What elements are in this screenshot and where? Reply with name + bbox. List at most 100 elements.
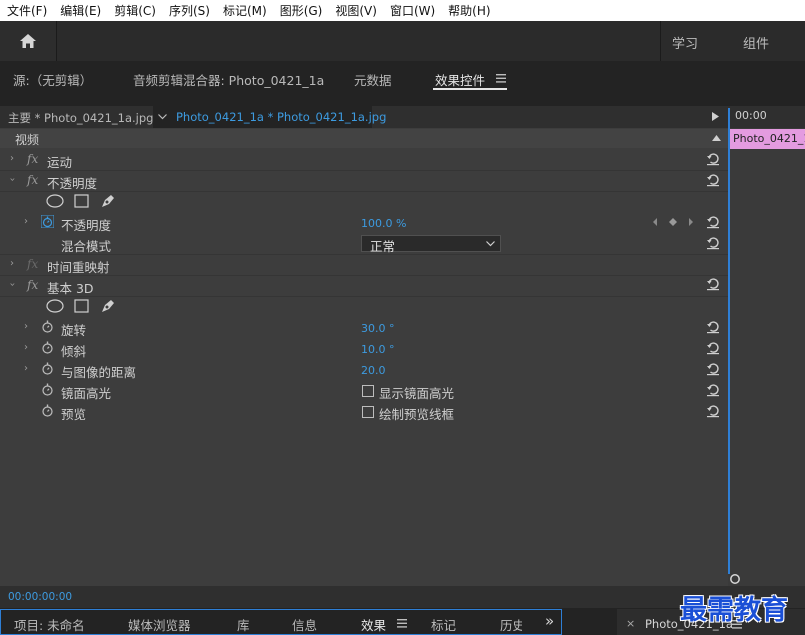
expand-chevron-icon[interactable]: › — [24, 216, 28, 227]
stopwatch-icon[interactable] — [41, 341, 54, 354]
fx-icon[interactable]: fx — [27, 278, 38, 292]
stopwatch-icon[interactable] — [41, 320, 54, 333]
tab-effect-controls[interactable]: 效果控件 — [435, 70, 485, 89]
reset-icon[interactable] — [706, 383, 720, 397]
tab-effects[interactable]: 效果 — [361, 615, 386, 634]
specular-checkbox[interactable] — [362, 385, 374, 397]
fx-disabled-icon: fx — [27, 257, 39, 271]
fx-icon[interactable]: fx — [27, 152, 38, 166]
reset-icon[interactable] — [706, 341, 720, 355]
specular-checkbox-label[interactable]: 显示镜面高光 — [379, 383, 454, 402]
chevron-down-icon — [158, 114, 167, 120]
tab-metadata[interactable]: 元数据 — [354, 70, 392, 89]
stopwatch-icon[interactable] — [41, 383, 54, 396]
menu-clip[interactable]: 剪辑(C) — [107, 2, 162, 19]
menu-graphics[interactable]: 图形(G) — [273, 2, 329, 19]
keyframe-navigator[interactable] — [652, 217, 694, 227]
preview-checkbox-label[interactable]: 绘制预览线框 — [379, 404, 454, 423]
panel-tab-bar — [0, 61, 805, 101]
video-section-header — [0, 129, 728, 148]
tab-info[interactable]: 信息 — [292, 615, 317, 634]
effect-row-motion[interactable] — [0, 150, 728, 171]
blend-mode-label: 混合模式 — [61, 239, 112, 254]
effect-timeline-area — [728, 106, 805, 606]
menu-window[interactable]: 窗口(W) — [383, 2, 441, 19]
preview-checkbox[interactable] — [362, 406, 374, 418]
master-clip-label[interactable]: 主要 * Photo_0421_1a.jpg — [8, 110, 153, 126]
tab-audio-clip-mixer[interactable]: 音频剪辑混合器: Photo_0421_1a — [133, 70, 324, 89]
reset-icon[interactable] — [706, 215, 720, 229]
expand-chevron-icon[interactable]: › — [24, 321, 28, 332]
blend-mode-value: 正常 — [370, 239, 396, 254]
opacity-prop-label: 不透明度 — [61, 218, 112, 233]
stopwatch-icon[interactable] — [41, 362, 54, 375]
tab-media-browser[interactable]: 媒体浏览器 — [128, 615, 191, 634]
chevron-down-icon — [486, 241, 495, 247]
pen-mask-icon[interactable] — [100, 193, 116, 209]
expand-chevron-icon[interactable]: › — [10, 258, 14, 269]
current-timecode[interactable]: 00:00:00:00 — [8, 591, 72, 603]
basic3d-label: 基本 3D — [47, 281, 94, 296]
reset-icon[interactable] — [706, 173, 720, 187]
fx-icon[interactable]: fx — [27, 173, 38, 187]
tab-libraries[interactable]: 库 — [237, 615, 250, 634]
reset-icon[interactable] — [706, 362, 720, 376]
watermark-logo: 最需教育 — [680, 595, 788, 626]
menu-sequence[interactable]: 序列(S) — [162, 2, 216, 19]
tab-history[interactable]: 历史 — [500, 615, 522, 634]
menu-file[interactable]: 文件(F) — [0, 2, 53, 19]
tilt-value[interactable]: 10.0 ° — [361, 343, 395, 356]
reset-icon[interactable] — [706, 152, 720, 166]
home-icon — [20, 34, 36, 48]
timeline-timecode: 00:00 — [735, 109, 767, 122]
expand-chevron-icon[interactable]: › — [10, 153, 14, 164]
overflow-icon[interactable]: » — [545, 612, 554, 630]
menu-edit[interactable]: 编辑(E) — [53, 2, 107, 19]
reset-icon[interactable] — [706, 236, 720, 250]
playhead[interactable] — [728, 108, 730, 574]
preview-label: 预览 — [61, 407, 87, 422]
pen-mask-icon[interactable] — [100, 298, 116, 314]
zoom-handle-icon[interactable] — [729, 573, 741, 585]
collapse-up-icon[interactable] — [712, 135, 721, 141]
effect-motion-label: 运动 — [47, 155, 73, 170]
panel-menu-icon[interactable] — [496, 74, 506, 83]
play-triangle-icon[interactable] — [712, 112, 719, 121]
video-header-label: 视频 — [15, 133, 40, 147]
home-button[interactable] — [0, 21, 57, 61]
panel-menu-icon[interactable] — [397, 619, 407, 628]
stopwatch-active-icon[interactable] — [41, 215, 54, 228]
tab-markers[interactable]: 标记 — [431, 615, 456, 634]
collapse-chevron-icon[interactable]: › — [7, 178, 18, 182]
expand-chevron-icon[interactable]: › — [24, 342, 28, 353]
effect-row-basic3d[interactable] — [0, 276, 728, 297]
ellipse-mask-icon[interactable] — [46, 299, 64, 313]
ellipse-mask-icon[interactable] — [46, 194, 64, 208]
menu-help[interactable]: 帮助(H) — [441, 2, 496, 19]
rotate-value[interactable]: 30.0 ° — [361, 322, 395, 335]
time-remap-label: 时间重映射 — [47, 260, 110, 275]
workspace-tab-learn[interactable]: 学习 — [672, 33, 698, 52]
rectangle-mask-icon[interactable] — [74, 299, 90, 313]
rectangle-mask-icon[interactable] — [74, 194, 90, 208]
menu-markers[interactable]: 标记(M) — [216, 2, 273, 19]
active-clip-label[interactable]: Photo_0421_1a * Photo_0421_1a.jpg — [176, 110, 386, 124]
reset-icon[interactable] — [706, 404, 720, 418]
distance-value[interactable]: 20.0 — [361, 364, 386, 377]
tilt-label: 倾斜 — [61, 344, 87, 359]
stopwatch-icon[interactable] — [41, 404, 54, 417]
tab-project[interactable]: 项目: 未命名 — [14, 615, 85, 634]
workspace-tab-assembly[interactable]: 组件 — [743, 33, 769, 52]
menu-view[interactable]: 视图(V) — [328, 2, 383, 19]
reset-icon[interactable] — [706, 320, 720, 334]
collapse-chevron-icon[interactable]: › — [7, 283, 18, 287]
timeline-clip[interactable]: Photo_0421_1 — [729, 129, 805, 149]
effect-row-opacity[interactable] — [0, 171, 728, 192]
close-icon[interactable]: × — [626, 617, 635, 630]
active-tab-underline — [433, 88, 507, 90]
expand-chevron-icon[interactable]: › — [24, 363, 28, 374]
opacity-value[interactable]: 100.0 % — [361, 217, 406, 230]
tab-source[interactable]: 源:（无剪辑） — [13, 70, 92, 89]
reset-icon[interactable] — [706, 277, 720, 291]
workspace-spacer — [57, 21, 660, 61]
